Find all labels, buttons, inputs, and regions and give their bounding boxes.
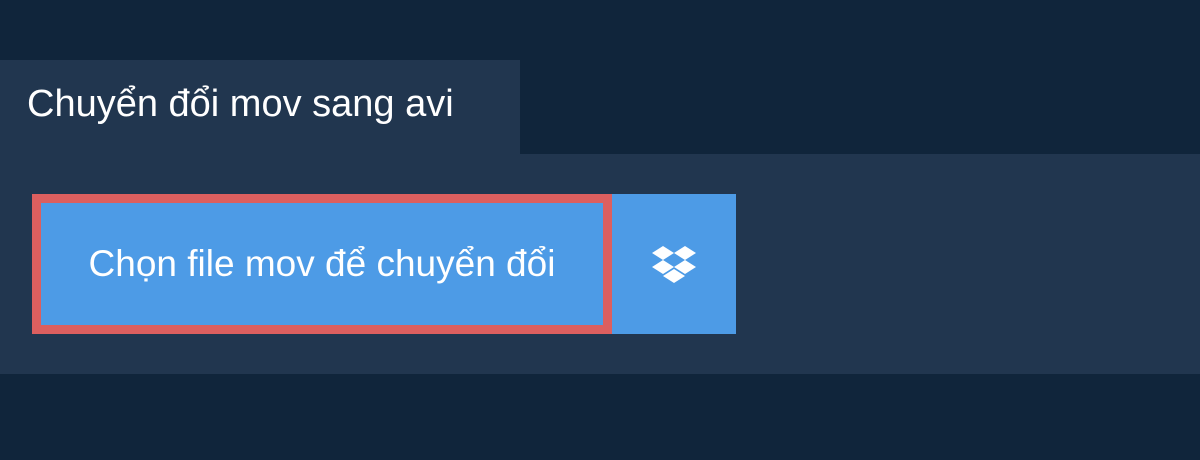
converter-tab: Chuyển đổi mov sang avi	[0, 60, 520, 154]
page-title: Chuyển đổi mov sang avi	[27, 83, 454, 125]
choose-file-label: Chọn file mov để chuyển đổi	[88, 243, 556, 284]
choose-file-button[interactable]: Chọn file mov để chuyển đổi	[32, 194, 612, 334]
dropbox-icon	[652, 245, 696, 283]
dropbox-button[interactable]	[612, 194, 736, 334]
